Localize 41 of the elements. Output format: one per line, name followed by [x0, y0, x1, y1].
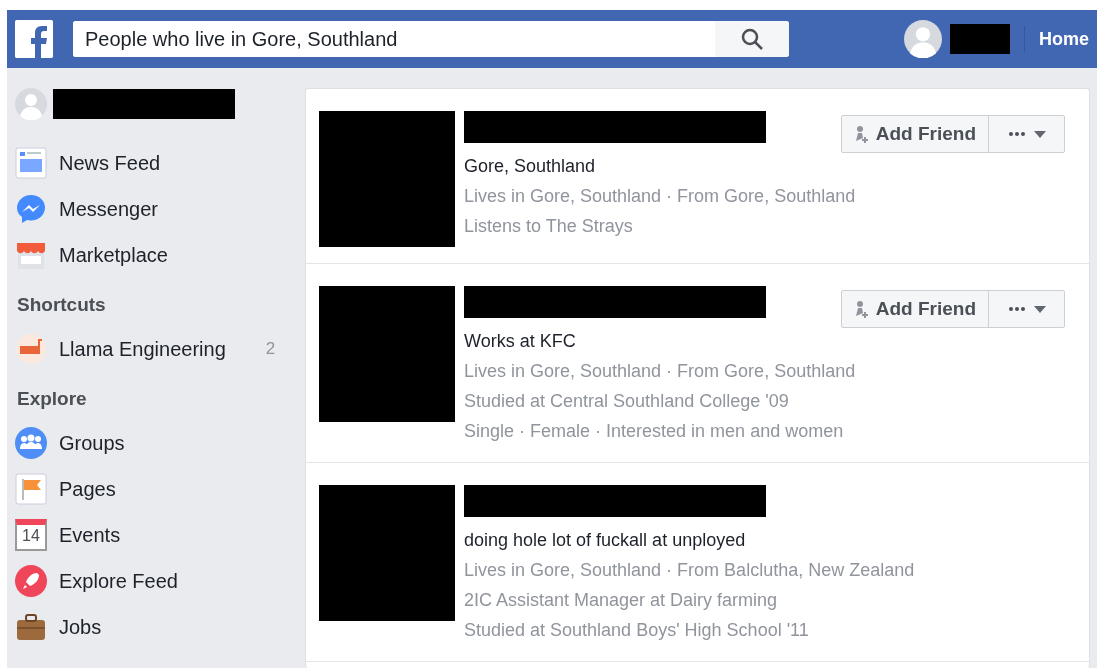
search-button[interactable] [715, 21, 789, 57]
result-detail: Works at KFC [464, 330, 577, 353]
result-detail: Gore, Southland [464, 155, 597, 178]
people-icon [15, 427, 47, 459]
dots-caret-icon [1006, 303, 1047, 315]
avatar-icon [904, 20, 942, 58]
result-detail: Lives in Gore, Southland · From Balclutha, New Zealand [464, 559, 915, 582]
sidebar-link[interactable]: Messenger [59, 197, 158, 221]
sidebar-link[interactable]: Llama Engineering [59, 337, 226, 361]
section-heading: Shortcuts [17, 294, 107, 316]
logo-icon[interactable] [15, 20, 53, 58]
result-detail: doing hole lot of fuckall at unployed [464, 529, 747, 552]
sidebar-link[interactable]: News Feed [59, 151, 161, 175]
briefcase-icon [15, 611, 47, 643]
newspaper-icon [15, 147, 47, 179]
flag-icon [15, 473, 47, 505]
result-detail: Studied at Central Southland College '09 [464, 390, 790, 413]
result-detail: Lives in Gore, Southland · From Gore, Southland [464, 185, 856, 208]
result-detail: Studied at Southland Boys' High School '11 [464, 619, 810, 642]
avatar-icon [15, 88, 47, 120]
redaction-block [950, 24, 1010, 54]
search-icon [740, 27, 764, 51]
search-field[interactable]: People who live in Gore, Southland [73, 21, 789, 57]
person-plus-icon [853, 300, 870, 318]
calendar-icon: 14 [15, 519, 47, 551]
sidebar-link[interactable]: Pages [59, 477, 116, 501]
sidebar-link[interactable]: Events [59, 523, 121, 547]
sidebar-link[interactable]: Groups [59, 431, 125, 455]
person-plus-icon [853, 125, 870, 143]
sidebar-link[interactable]: Marketplace [59, 243, 168, 267]
section-heading: Explore [17, 388, 88, 410]
dots-caret-icon [1006, 128, 1047, 140]
sidebar-link[interactable]: Jobs [59, 615, 102, 639]
count-label: 2 [265, 339, 276, 359]
result-detail: Listens to The Strays [464, 215, 634, 238]
chat-bubble-icon [15, 193, 47, 225]
sidebar-link[interactable]: Explore Feed [59, 569, 178, 593]
home-link[interactable]: Home [1039, 28, 1089, 50]
result-detail: 2IC Assistant Manager at Dairy farming [464, 589, 779, 612]
result-detail: Lives in Gore, Southland · From Gore, Southland [464, 360, 856, 383]
result-detail: Single · Female · Interested in men and women [464, 420, 845, 443]
